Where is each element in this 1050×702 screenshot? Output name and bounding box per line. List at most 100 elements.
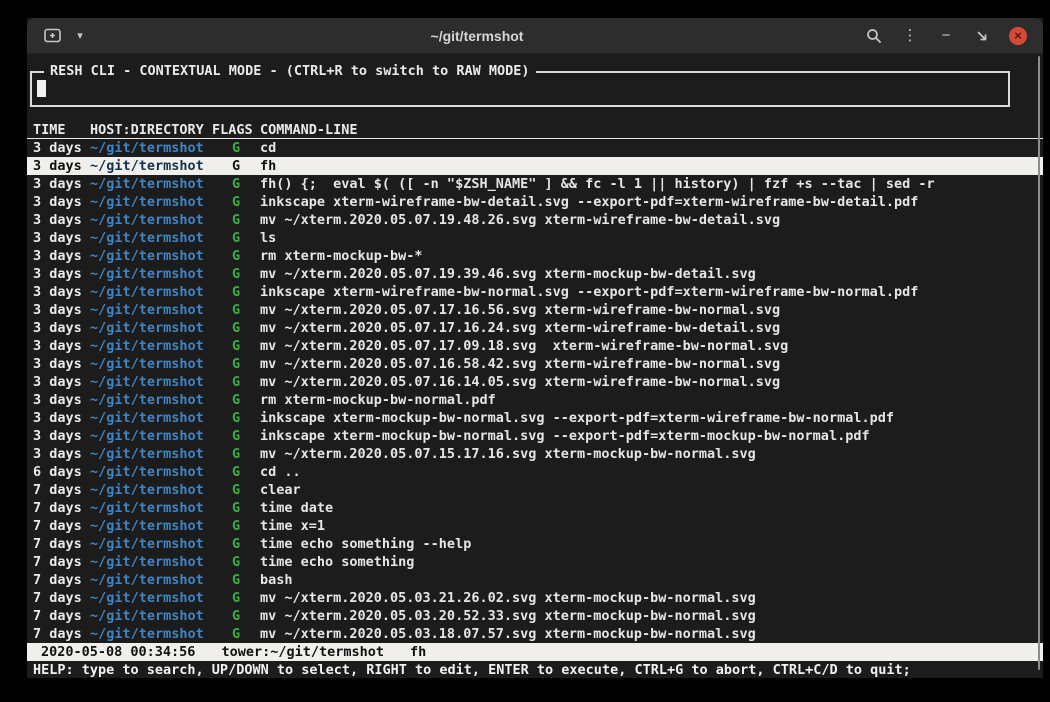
row-time: 7 days <box>33 499 90 517</box>
search-input[interactable]: RESH CLI - CONTEXTUAL MODE - (CTRL+R to … <box>30 71 1010 107</box>
history-row[interactable]: 3 days~/git/termshotGinkscape xterm-wire… <box>27 283 1043 301</box>
header-time: TIME <box>33 121 90 138</box>
history-row[interactable]: 7 days~/git/termshotGmv ~/xterm.2020.05.… <box>27 625 1043 643</box>
history-row[interactable]: 7 days~/git/termshotGmv ~/xterm.2020.05.… <box>27 607 1043 625</box>
history-row[interactable]: 6 days~/git/termshotGcd .. <box>27 463 1043 481</box>
row-flags: G <box>212 625 260 643</box>
titlebar: ▾ ~/git/termshot ⋮ − <box>27 18 1043 54</box>
history-row[interactable]: 3 days~/git/termshotGrm xterm-mockup-bw-… <box>27 247 1043 265</box>
history-row[interactable]: 3 days~/git/termshotGmv ~/xterm.2020.05.… <box>27 319 1043 337</box>
row-command: mv ~/xterm.2020.05.07.17.16.24.svg xterm… <box>260 319 1043 337</box>
status-date: 2020-05-08 00:34:56 <box>41 643 195 661</box>
row-command: inkscape xterm-wireframe-bw-normal.svg -… <box>260 283 1043 301</box>
row-command: mv ~/xterm.2020.05.07.19.48.26.svg xterm… <box>260 211 1043 229</box>
history-row[interactable]: 3 days~/git/termshotGinkscape xterm-mock… <box>27 427 1043 445</box>
row-flags: G <box>212 517 260 535</box>
history-row[interactable]: 7 days~/git/termshotGtime date <box>27 499 1043 517</box>
row-command: ls <box>260 229 1043 247</box>
history-row[interactable]: 3 days~/git/termshotGcd <box>27 139 1043 157</box>
minimize-icon: − <box>942 28 951 43</box>
header-flags: FLAGS <box>212 121 260 138</box>
row-command: mv ~/xterm.2020.05.03.21.26.02.svg xterm… <box>260 589 1043 607</box>
row-time: 7 days <box>33 571 90 589</box>
row-flags: G <box>212 193 260 211</box>
menu-button[interactable]: ⋮ <box>897 23 923 49</box>
history-row[interactable]: 3 days~/git/termshotGfh() {; eval $( ([ … <box>27 175 1043 193</box>
history-row[interactable]: 7 days~/git/termshotGtime x=1 <box>27 517 1043 535</box>
row-host-directory: ~/git/termshot <box>90 463 212 481</box>
history-row[interactable]: 3 days~/git/termshotGmv ~/xterm.2020.05.… <box>27 265 1043 283</box>
row-command: mv ~/xterm.2020.05.07.17.16.56.svg xterm… <box>260 301 1043 319</box>
searchbox-legend: RESH CLI - CONTEXTUAL MODE - (CTRL+R to … <box>44 63 536 79</box>
row-flags: G <box>212 427 260 445</box>
history-row[interactable]: 7 days~/git/termshotGbash <box>27 571 1043 589</box>
history-row[interactable]: 3 days~/git/termshotGrm xterm-mockup-bw-… <box>27 391 1043 409</box>
row-command: inkscape xterm-mockup-bw-normal.svg --ex… <box>260 409 1043 427</box>
row-host-directory: ~/git/termshot <box>90 247 212 265</box>
status-bar: 2020-05-08 00:34:56 tower:~/git/termshot… <box>27 643 1043 661</box>
help-bar: HELP: type to search, UP/DOWN to select,… <box>27 661 1043 679</box>
row-time: 3 days <box>33 193 90 211</box>
row-host-directory: ~/git/termshot <box>90 301 212 319</box>
row-host-directory: ~/git/termshot <box>90 391 212 409</box>
minimize-button[interactable]: − <box>933 23 959 49</box>
row-flags: G <box>212 481 260 499</box>
header-host-directory: HOST:DIRECTORY <box>90 121 212 138</box>
row-time: 3 days <box>33 247 90 265</box>
tab-menu-button[interactable]: ▾ <box>67 23 93 49</box>
history-row[interactable]: 7 days~/git/termshotGtime echo something… <box>27 535 1043 553</box>
row-command: rm xterm-mockup-bw-normal.pdf <box>260 391 1043 409</box>
row-flags: G <box>212 319 260 337</box>
history-row[interactable]: 3 days~/git/termshotGls <box>27 229 1043 247</box>
history-row[interactable]: 3 days~/git/termshotGmv ~/xterm.2020.05.… <box>27 445 1043 463</box>
scrollbar[interactable] <box>1038 56 1040 670</box>
row-time: 3 days <box>33 283 90 301</box>
history-row[interactable]: 3 days~/git/termshotGmv ~/xterm.2020.05.… <box>27 355 1043 373</box>
row-command: inkscape xterm-mockup-bw-normal.svg --ex… <box>260 427 1043 445</box>
row-time: 3 days <box>33 229 90 247</box>
history-row[interactable]: 3 days~/git/termshotGmv ~/xterm.2020.05.… <box>27 211 1043 229</box>
history-row[interactable]: 7 days~/git/termshotGmv ~/xterm.2020.05.… <box>27 589 1043 607</box>
kebab-menu-icon: ⋮ <box>903 28 918 43</box>
history-row[interactable]: 3 days~/git/termshotGfh <box>27 157 1043 175</box>
row-flags: G <box>212 283 260 301</box>
row-command: clear <box>260 481 1043 499</box>
row-host-directory: ~/git/termshot <box>90 193 212 211</box>
text-cursor <box>37 80 46 97</box>
history-row[interactable]: 3 days~/git/termshotGmv ~/xterm.2020.05.… <box>27 301 1043 319</box>
row-flags: G <box>212 301 260 319</box>
history-row[interactable]: 3 days~/git/termshotGmv ~/xterm.2020.05.… <box>27 337 1043 355</box>
row-host-directory: ~/git/termshot <box>90 553 212 571</box>
status-command: fh <box>410 643 426 661</box>
row-time: 3 days <box>33 139 90 157</box>
row-flags: G <box>212 589 260 607</box>
row-flags: G <box>212 409 260 427</box>
window-title: ~/git/termshot <box>93 28 861 44</box>
row-time: 3 days <box>33 175 90 193</box>
history-row[interactable]: 7 days~/git/termshotGclear <box>27 481 1043 499</box>
new-tab-button[interactable] <box>39 23 65 49</box>
row-flags: G <box>212 229 260 247</box>
row-flags: G <box>212 247 260 265</box>
row-time: 7 days <box>33 553 90 571</box>
row-flags: G <box>212 571 260 589</box>
row-host-directory: ~/git/termshot <box>90 481 212 499</box>
row-host-directory: ~/git/termshot <box>90 607 212 625</box>
row-command: inkscape xterm-wireframe-bw-detail.svg -… <box>260 193 1043 211</box>
row-time: 6 days <box>33 463 90 481</box>
history-row[interactable]: 3 days~/git/termshotGinkscape xterm-mock… <box>27 409 1043 427</box>
restore-icon <box>975 29 989 43</box>
row-host-directory: ~/git/termshot <box>90 175 212 193</box>
history-row[interactable]: 3 days~/git/termshotGmv ~/xterm.2020.05.… <box>27 373 1043 391</box>
row-command: mv ~/xterm.2020.05.03.18.07.57.svg xterm… <box>260 625 1043 643</box>
history-row[interactable]: 7 days~/git/termshotGtime echo something <box>27 553 1043 571</box>
row-time: 3 days <box>33 337 90 355</box>
row-time: 3 days <box>33 445 90 463</box>
search-button[interactable] <box>861 23 887 49</box>
history-row[interactable]: 3 days~/git/termshotGinkscape xterm-wire… <box>27 193 1043 211</box>
row-host-directory: ~/git/termshot <box>90 157 212 175</box>
close-button[interactable]: × <box>1005 23 1031 49</box>
row-host-directory: ~/git/termshot <box>90 445 212 463</box>
restore-button[interactable] <box>969 23 995 49</box>
row-time: 3 days <box>33 373 90 391</box>
